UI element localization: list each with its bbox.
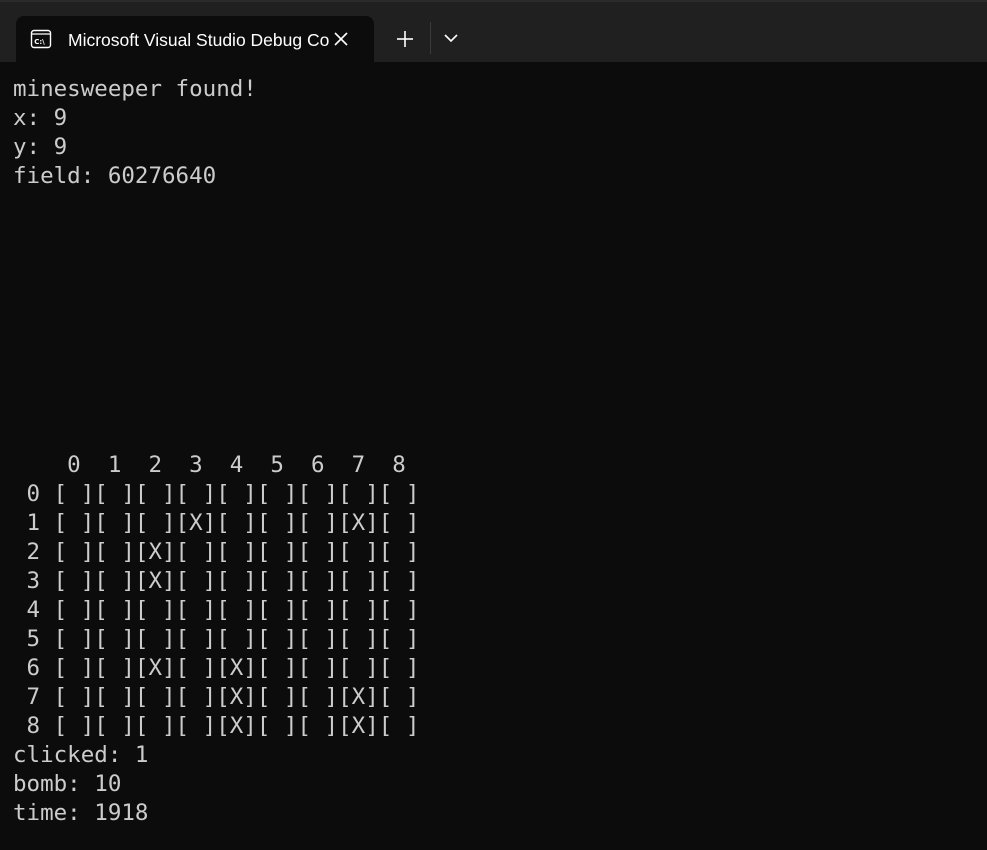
- grid-row: 2 [ ][ ][X][ ][ ][ ][ ][ ][ ]: [13, 539, 420, 565]
- svg-text:C:\: C:\: [34, 38, 45, 46]
- tab-debug-console[interactable]: C:\ Microsoft Visual Studio Debug Consol…: [16, 16, 374, 62]
- grid-row: 8 [ ][ ][ ][ ][X][ ][ ][X][ ]: [13, 713, 420, 739]
- chevron-down-icon[interactable]: [440, 27, 462, 49]
- bomb-count: bomb: 10: [13, 771, 122, 797]
- y-value: y: 9: [13, 134, 68, 160]
- elapsed-time: time: 1918: [13, 800, 149, 826]
- grid-column-header: 0 1 2 3 4 5 6 7 8: [13, 452, 406, 478]
- plus-icon[interactable]: [392, 26, 418, 52]
- console-output[interactable]: minesweeper found! x: 9 y: 9 field: 6027…: [0, 62, 987, 850]
- field-value: field: 60276640: [13, 163, 217, 189]
- console-icon: C:\: [30, 28, 52, 50]
- terminal-window: C:\ Microsoft Visual Studio Debug Consol…: [0, 0, 987, 850]
- close-icon[interactable]: [330, 28, 352, 50]
- grid-row: 3 [ ][ ][X][ ][ ][ ][ ][ ][ ]: [13, 568, 420, 594]
- title-bar-edge: [0, 0, 987, 2]
- status-message: minesweeper found!: [13, 76, 257, 102]
- grid-row: 1 [ ][ ][ ][X][ ][ ][ ][X][ ]: [13, 510, 420, 536]
- grid-row: 7 [ ][ ][ ][ ][X][ ][ ][X][ ]: [13, 684, 420, 710]
- grid-row: 4 [ ][ ][ ][ ][ ][ ][ ][ ][ ]: [13, 597, 420, 623]
- grid-row: 5 [ ][ ][ ][ ][ ][ ][ ][ ][ ]: [13, 626, 420, 652]
- grid-row: 0 [ ][ ][ ][ ][ ][ ][ ][ ][ ]: [13, 481, 420, 507]
- tab-title: Microsoft Visual Studio Debug Console: [68, 30, 330, 50]
- grid-row: 6 [ ][ ][X][ ][X][ ][ ][ ][ ]: [13, 655, 420, 681]
- clicked-count: clicked: 1: [13, 742, 149, 768]
- tab-bar: C:\ Microsoft Visual Studio Debug Consol…: [0, 0, 987, 62]
- tab-separator: [430, 22, 431, 54]
- x-value: x: 9: [13, 105, 68, 131]
